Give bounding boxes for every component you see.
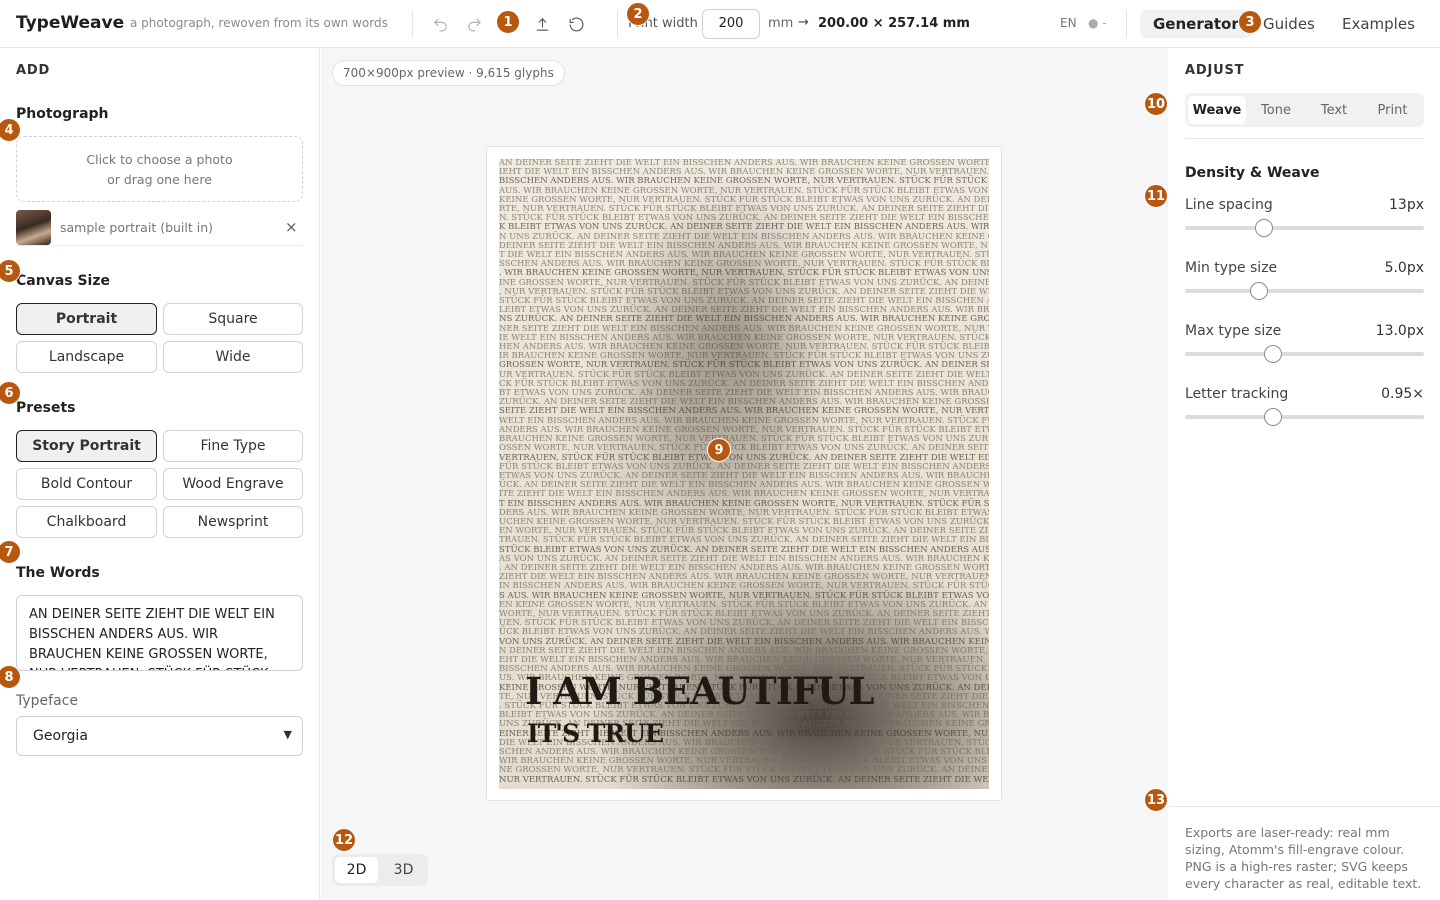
max-type-size-slider[interactable] [1185,345,1424,363]
slider-handle[interactable] [1254,219,1273,237]
view-mode-toggle: 2D 3D [332,854,428,886]
export-footnote: Exports are laser-ready: real mm sizing,… [1185,825,1422,891]
chevron-down-icon: ▼ [283,728,292,741]
min-type-size-slider[interactable] [1185,282,1424,300]
words-heading: The Words [16,565,100,581]
top-bar: TypeWeave a photograph, rewoven from its… [0,0,1440,48]
canvas-wide-button[interactable]: Wide [163,341,303,373]
reset-icon[interactable] [564,12,588,36]
view-3d-button[interactable]: 3D [382,857,425,883]
subtab-weave[interactable]: Weave [1188,96,1246,124]
line-spacing-label: Line spacing [1185,197,1273,213]
canvas-square-button[interactable]: Square [163,303,303,335]
words-textarea[interactable]: AN DEINER SEITE ZIEHT DIE WELT EIN BISSC… [16,595,303,671]
preset-chalkboard-button[interactable]: Chalkboard [16,506,157,538]
slider-handle[interactable] [1264,408,1283,426]
subtab-text[interactable]: Text [1306,96,1362,124]
annotation-badge: 10 [1144,92,1168,116]
remove-photo-button[interactable]: × [285,218,298,236]
max-type-size-value: 13.0px [1375,323,1424,339]
annotation-badge: 9 [707,438,731,462]
typeface-value: Georgia [33,728,88,744]
print-width-input[interactable]: 200 [702,9,760,39]
portrait-shading [619,169,849,529]
preset-wood-engrave-button[interactable]: Wood Engrave [163,468,303,500]
left-panel: ADD Photograph Click to choose a photo o… [0,48,320,900]
language-status: ● - [1088,16,1107,30]
app-brand: TypeWeave [16,13,125,33]
typeface-label: Typeface [16,693,78,709]
annotation-badge: 2 [626,2,650,26]
annotation-badge: 1 [496,10,520,34]
adjust-subtabs: Weave Tone Text Print [1185,93,1424,127]
upload-icon[interactable] [530,12,554,36]
preset-newsprint-button[interactable]: Newsprint [163,506,303,538]
presets-heading: Presets [16,400,76,416]
preset-fine-type-button[interactable]: Fine Type [163,430,303,462]
overlay-title: I AM BEAUTIFUL [525,669,875,713]
max-type-size-label: Max type size [1185,323,1282,339]
artwork-preview[interactable]: AN DEINER SEITE ZIEHT DIE WELT EIN BISSC… [499,159,989,789]
line-spacing-value: 13px [1389,197,1424,213]
subtab-print[interactable]: Print [1364,96,1421,124]
typeface-select[interactable]: Georgia ▼ [16,716,303,756]
canvas-area: 700×900px preview · 9,615 glyphs AN DEIN… [321,48,1168,900]
undo-icon[interactable] [428,12,452,36]
line-spacing-slider[interactable] [1185,219,1424,237]
artwork-frame: AN DEINER SEITE ZIEHT DIE WELT EIN BISSC… [486,146,1002,801]
woven-text-line: NUR VERTRAUEN. STÜCK FÜR STÜCK BLEIBT ET… [499,774,989,785]
annotation-badge: 13 [1144,788,1168,812]
canvas-landscape-button[interactable]: Landscape [16,341,157,373]
print-width-unit: mm [768,16,794,31]
density-weave-heading: Density & Weave [1185,165,1320,181]
language-switch[interactable]: EN [1060,16,1077,30]
preview-info: 700×900px preview · 9,615 glyphs [332,60,565,86]
photo-thumbnail [16,210,51,245]
tab-examples[interactable]: Examples [1329,10,1428,38]
letter-tracking-label: Letter tracking [1185,386,1289,402]
dropzone-line-2: or drag one here [107,172,212,187]
overlay-subtitle: IT'S TRUE [527,719,664,748]
app-tagline: a photograph, rewoven from its own words [130,16,388,30]
slider-handle[interactable] [1264,345,1283,363]
canvas-portrait-button[interactable]: Portrait [16,303,157,335]
annotation-badge: 11 [1144,184,1168,208]
letter-tracking-value: 0.95× [1381,386,1424,402]
section-heading-add: ADD [16,63,51,78]
annotation-badge: 12 [332,828,356,852]
annotation-badge: 3 [1238,10,1262,34]
section-heading-adjust: ADJUST [1185,63,1245,78]
toolbar-divider [412,10,413,38]
view-2d-button[interactable]: 2D [335,857,378,883]
divider [1185,138,1424,139]
min-type-size-value: 5.0px [1384,260,1424,276]
preset-bold-contour-button[interactable]: Bold Contour [16,468,157,500]
dropzone-line-1: Click to choose a photo [86,152,233,167]
print-size-result: 200.00 × 257.14 mm [818,16,970,31]
min-type-size-label: Min type size [1185,260,1278,276]
toolbar-divider [617,10,618,38]
arrow-icon: → [798,15,809,30]
subtab-tone[interactable]: Tone [1248,96,1304,124]
photo-name: sample portrait (built in) [60,220,214,235]
photograph-heading: Photograph [16,106,109,122]
tab-generator[interactable]: Generator [1140,10,1252,38]
slider-handle[interactable] [1250,282,1269,300]
photo-dropzone[interactable]: Click to choose a photo or drag one here [16,136,303,202]
right-panel: ADJUST Weave Tone Text Print Density & W… [1169,48,1440,900]
redo-icon[interactable] [462,12,486,36]
preset-story-portrait-button[interactable]: Story Portrait [16,430,157,462]
divider [1169,806,1440,807]
letter-tracking-slider[interactable] [1185,408,1424,426]
current-photo-row: sample portrait (built in) × [16,210,303,246]
canvas-size-heading: Canvas Size [16,273,110,289]
toolbar-divider [1126,10,1127,38]
